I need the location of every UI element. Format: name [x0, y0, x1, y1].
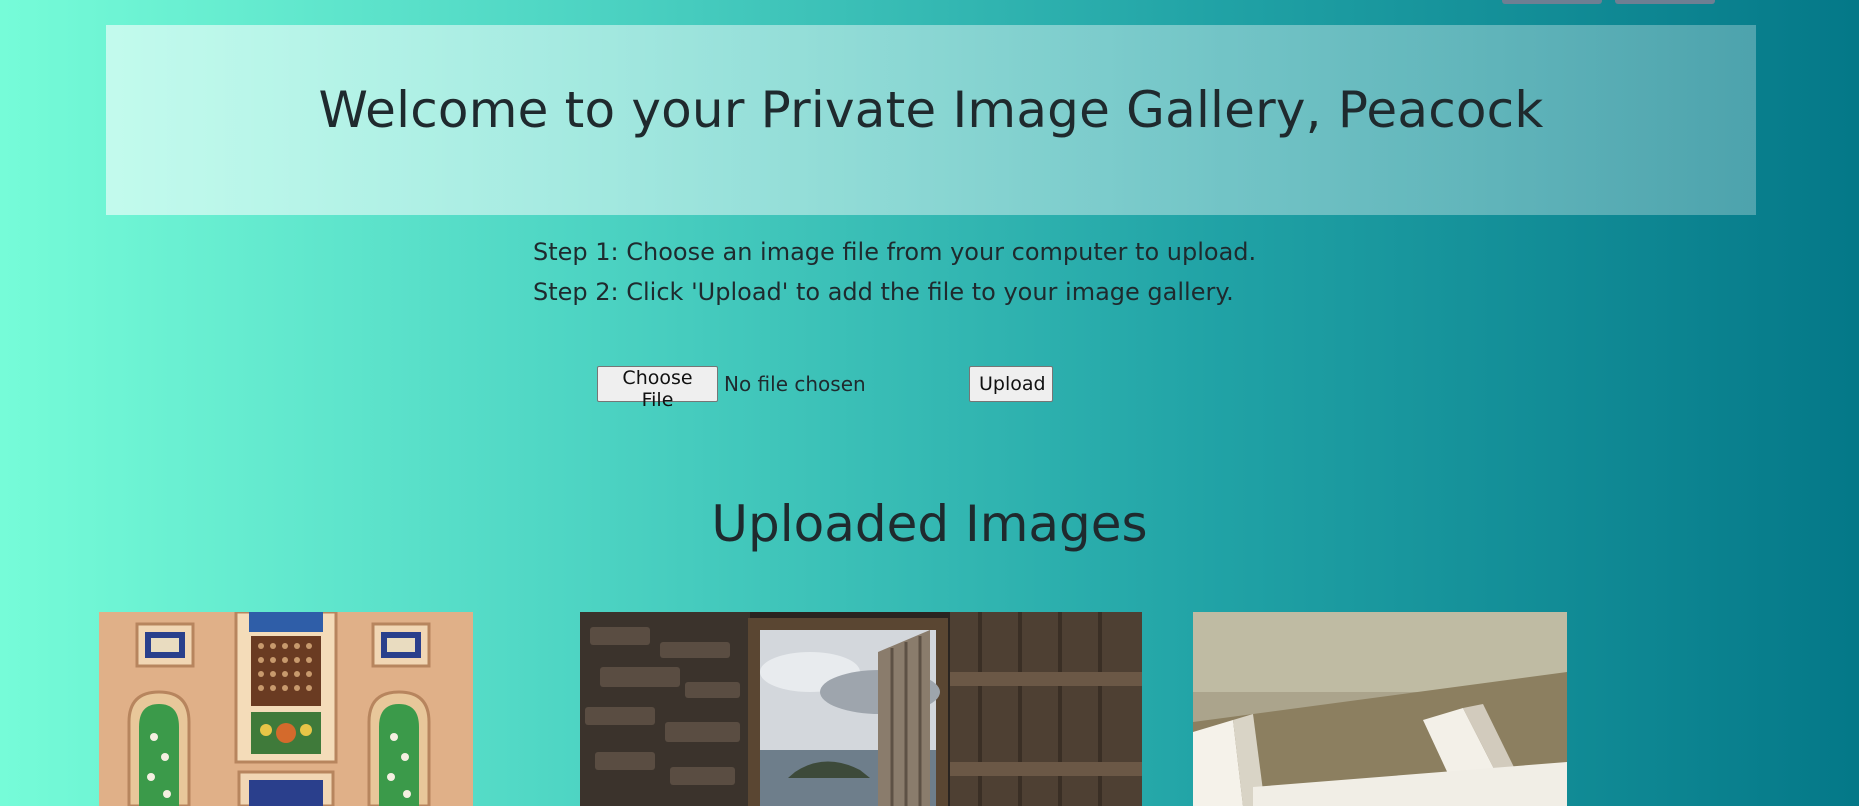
- welcome-banner: Welcome to your Private Image Gallery, P…: [106, 25, 1756, 215]
- ornate-facade-image: [99, 612, 473, 806]
- top-nav-button-2[interactable]: [1615, 0, 1715, 4]
- gallery-image-3[interactable]: [1193, 612, 1567, 806]
- page-title: Welcome to your Private Image Gallery, P…: [318, 81, 1544, 139]
- top-nav-button-1[interactable]: [1502, 0, 1602, 4]
- gallery-title: Uploaded Images: [711, 495, 1148, 553]
- step-2-text: Step 2: Click 'Upload' to add the file t…: [533, 278, 1234, 306]
- gallery-image-2[interactable]: [580, 612, 1142, 806]
- choose-file-button[interactable]: Choose File: [597, 366, 718, 411]
- upload-instructions: Step 1: Choose an image file from your c…: [533, 232, 1256, 312]
- gallery-image-1[interactable]: [99, 612, 473, 806]
- upload-button[interactable]: Upload: [969, 366, 1053, 402]
- step-1-text: Step 1: Choose an image file from your c…: [533, 238, 1257, 266]
- file-status-text: No file chosen: [724, 372, 866, 396]
- white-beams-image: [1193, 612, 1567, 806]
- stone-doorway-image: [580, 612, 1142, 806]
